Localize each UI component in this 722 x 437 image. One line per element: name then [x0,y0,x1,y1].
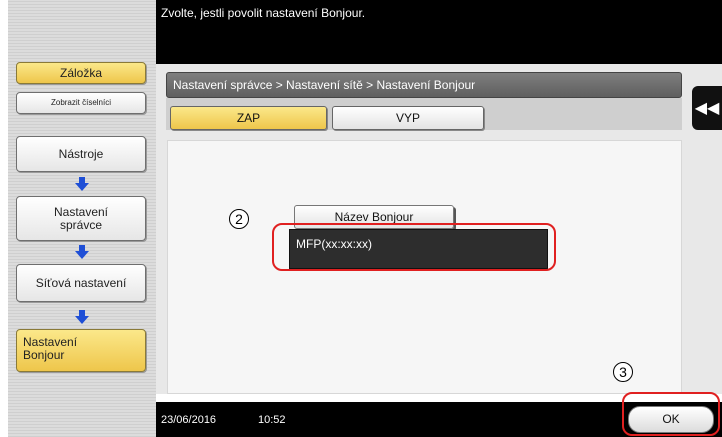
bookmark-button[interactable]: Záložka [16,62,146,84]
breadcrumb: Nastavení správce > Nastavení sítě > Nas… [166,72,682,98]
double-chevron-left-icon: ◀◀ [694,100,720,117]
callout-number: 3 [613,362,633,382]
highlight-box-ok [622,392,720,436]
callout-number: 2 [229,209,249,229]
arrow-down-icon [75,245,89,259]
instruction-message: Zvolte, jestli povolit nastavení Bonjour… [161,6,366,20]
collapse-panel-button[interactable]: ◀◀ [692,86,722,130]
arrow-down-icon [75,177,89,191]
tab-vyp[interactable]: VYP [332,106,484,130]
step-bonjour-settings-button[interactable]: Nastavení Bonjour [16,329,146,372]
left-sidebar: Záložka Zobrazit číselníci Nástroje Nast… [8,0,156,437]
show-numeric-keypad-button[interactable]: Zobrazit číselníci [16,92,146,114]
step-tools-button[interactable]: Nástroje [16,136,146,172]
step-network-settings-button[interactable]: Síťová nastavení [16,264,146,302]
time-display: 10:52 [258,414,286,426]
date-display: 23/06/2016 [161,414,217,426]
arrow-down-icon [75,310,89,324]
highlight-box-name [272,223,556,271]
tab-zap[interactable]: ZAP [170,106,327,130]
step-admin-settings-button[interactable]: Nastavení správce [16,196,146,241]
